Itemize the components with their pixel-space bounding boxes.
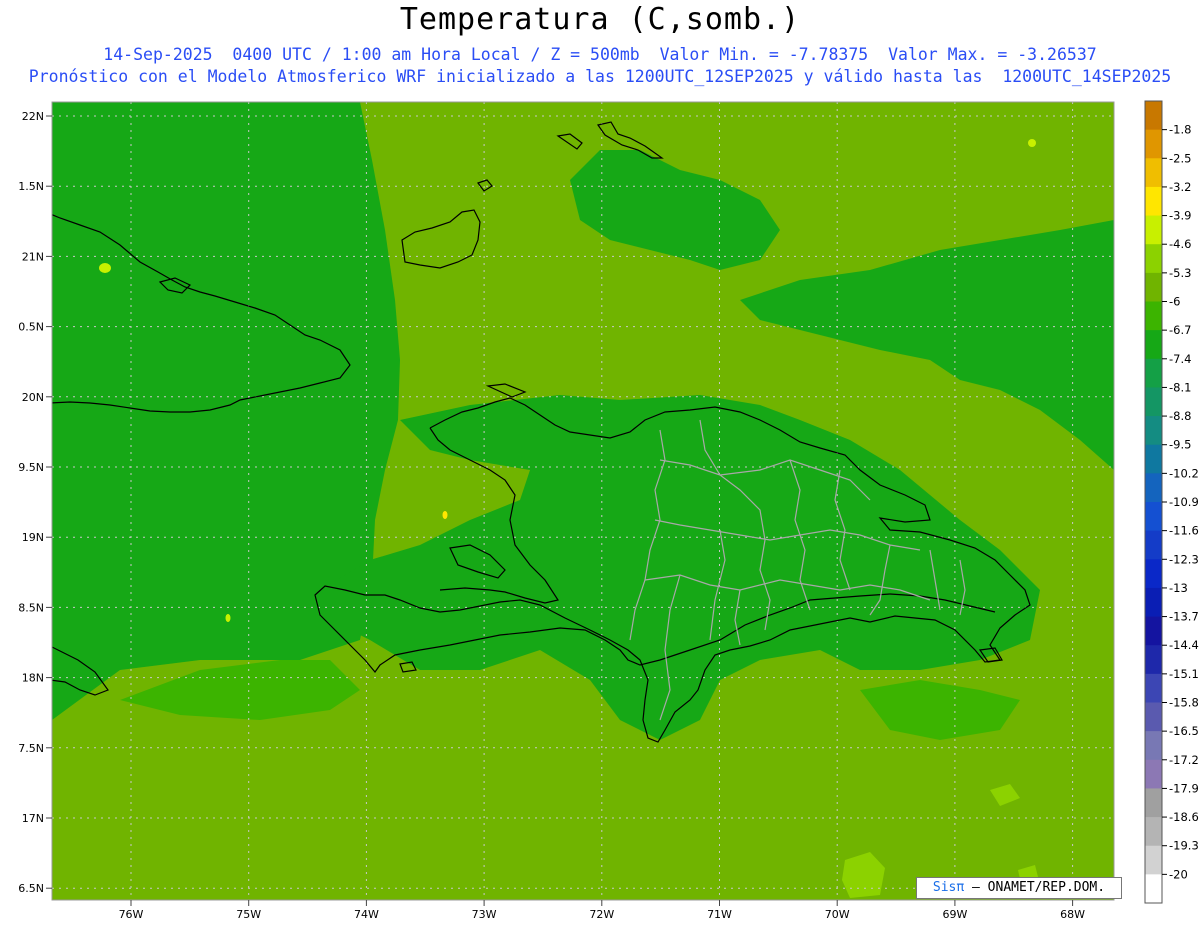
colorbar-label: -15.8: [1169, 696, 1199, 710]
colorbar-swatch: [1145, 444, 1162, 474]
colorbar-swatch: [1145, 817, 1162, 847]
colorbar-swatch: [1145, 158, 1162, 188]
lat-label: 1.5N: [18, 180, 44, 193]
colorbar-swatch: [1145, 416, 1162, 446]
colorbar-label: -2.5: [1169, 151, 1191, 165]
lon-label: 71W: [707, 908, 732, 921]
lat-label: 7.5N: [18, 742, 44, 755]
colorbar-swatch: [1145, 788, 1162, 818]
colorbar-label: -10.9: [1169, 495, 1199, 509]
lon-label: 76W: [119, 908, 144, 921]
colorbar-swatch: [1145, 387, 1162, 417]
colorbar-label: -16.5: [1169, 724, 1199, 738]
colorbar-label: -14.4: [1169, 638, 1199, 652]
colorbar-label: -4.6: [1169, 237, 1191, 251]
colorbar-label: -7.4: [1169, 352, 1191, 366]
colorbar-swatch: [1145, 301, 1162, 331]
lon-label: 72W: [589, 908, 614, 921]
lon-label: 68W: [1060, 908, 1085, 921]
colorbar-label: -13.7: [1169, 610, 1199, 624]
colorbar-label: -17.9: [1169, 781, 1199, 795]
colorbar-swatch: [1145, 874, 1162, 904]
lat-label: 22N: [22, 110, 44, 123]
temperature-map: 22N 1.5N 21N 0.5N 20N 9.5N 19N 8.5N 18N 7.5N 17N 6.…: [18, 100, 1199, 921]
colorbar-swatch: [1145, 129, 1162, 159]
lon-label: 73W: [472, 908, 497, 921]
colorbar-swatch: [1145, 845, 1162, 875]
colorbar-swatch: [1145, 702, 1162, 732]
colorbar-label: -5.3: [1169, 266, 1191, 280]
colorbar-swatch: [1145, 673, 1162, 703]
colorbar-swatch: [1145, 502, 1162, 532]
colorbar-swatch: [1145, 473, 1162, 503]
credit-box: Sisπ – ONAMET/REP.DOM.: [916, 877, 1122, 899]
lat-label: 0.5N: [18, 321, 44, 334]
colorbar-swatch: [1145, 215, 1162, 245]
colorbar-label: -8.8: [1169, 409, 1191, 423]
lat-label: 17N: [22, 812, 44, 825]
colorbar-swatch: [1145, 244, 1162, 274]
colorbar-swatch: [1145, 358, 1162, 388]
brand-logo-text: Sisπ: [932, 880, 965, 895]
colorbar-label: -3.9: [1169, 209, 1191, 223]
latitude-axis: 22N 1.5N 21N 0.5N 20N 9.5N 19N 8.5N 18N 7.5N 17N 6.…: [18, 110, 52, 895]
colorbar-label: -10.2: [1169, 466, 1199, 480]
colorbar-swatch: [1145, 731, 1162, 761]
colorbar-label: -9.5: [1169, 438, 1191, 452]
lon-label: 70W: [825, 908, 850, 921]
lat-label: 8.5N: [18, 601, 44, 614]
lon-label: 74W: [354, 908, 379, 921]
colorbar-label: -3.2: [1169, 180, 1191, 194]
colorbar-swatch: [1145, 272, 1162, 302]
colorbar-label: -1.8: [1169, 123, 1191, 137]
warm-spot: [225, 614, 231, 622]
lat-label: 20N: [22, 391, 44, 404]
warm-spot: [442, 511, 448, 519]
lat-label: 6.5N: [18, 882, 44, 895]
colorbar-label: -19.3: [1169, 839, 1199, 853]
colorbar-label: -8.1: [1169, 380, 1191, 394]
colorbar-swatch: [1145, 530, 1162, 560]
warm-spot: [1028, 139, 1036, 147]
colorbar: -1.8 -2.5 -3.2 -3.9 -4.6 -5.3 -6 -6.7 -7.4 -8.1 -8…: [1144, 100, 1199, 904]
credit-text: – ONAMET/REP.DOM.: [972, 880, 1106, 895]
lon-label: 69W: [942, 908, 967, 921]
lat-label: 18N: [22, 672, 44, 685]
colorbar-swatch: [1145, 645, 1162, 675]
colorbar-label: -17.2: [1169, 753, 1199, 767]
colorbar-label: -20: [1169, 867, 1188, 881]
lon-label: 75W: [236, 908, 261, 921]
colorbar-swatch: [1145, 559, 1162, 589]
colorbar-swatch: [1145, 101, 1162, 131]
colorbar-swatch: [1145, 186, 1162, 217]
colorbar-label: -11.6: [1169, 524, 1199, 538]
colorbar-label: -12.3: [1169, 552, 1199, 566]
lat-label: 19N: [22, 531, 44, 544]
colorbar-label: -6.7: [1169, 323, 1191, 337]
colorbar-label: -13: [1169, 581, 1188, 595]
longitude-axis: 76W 75W 74W 73W 72W 71W 70W 69W 68W: [119, 900, 1085, 921]
lat-label: 21N: [22, 250, 44, 263]
colorbar-swatch: [1145, 587, 1162, 618]
warm-spot: [99, 263, 111, 273]
lat-label: 9.5N: [18, 461, 44, 474]
colorbar-swatch: [1145, 616, 1162, 646]
colorbar-swatch: [1145, 330, 1162, 360]
colorbar-label: -6: [1169, 295, 1180, 309]
colorbar-label: -18.6: [1169, 810, 1199, 824]
colorbar-swatch: [1145, 759, 1162, 789]
colorbar-label: -15.1: [1169, 667, 1199, 681]
